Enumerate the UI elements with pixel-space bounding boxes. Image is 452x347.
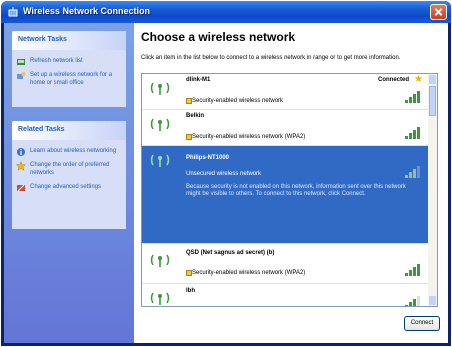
signal-strength-icon bbox=[405, 91, 423, 103]
network-tasks-panel: Network Tasks Refresh network list Set u… bbox=[12, 31, 126, 107]
window-title: Wireless Network Connection bbox=[23, 6, 150, 16]
scroll-up-arrow-icon[interactable] bbox=[429, 75, 436, 84]
scrollbar-thumb[interactable] bbox=[429, 86, 436, 116]
signal-strength-icon bbox=[405, 166, 423, 178]
refresh-icon bbox=[17, 59, 25, 65]
title-bar[interactable]: Wireless Network Connection bbox=[1, 1, 451, 23]
wireless-antenna-icon bbox=[150, 292, 170, 305]
change-preferred-order-link[interactable]: Change the order of preferred networks bbox=[12, 161, 126, 177]
info-icon bbox=[17, 148, 25, 156]
signal-strength-icon bbox=[405, 264, 423, 276]
network-item[interactable]: Belkin Security-enabled wireless network… bbox=[142, 110, 429, 146]
wireless-antenna-icon bbox=[150, 118, 170, 131]
network-security: Security-enabled wireless network (WPA2) bbox=[192, 134, 306, 140]
page-title: Choose a wireless network bbox=[141, 30, 296, 44]
learn-wireless-networking-label: Learn about wireless networking bbox=[30, 148, 117, 154]
network-warning-text: Because security is not enabled on this … bbox=[186, 184, 406, 197]
preferred-star-icon: ★ bbox=[414, 74, 423, 85]
wireless-antenna-icon bbox=[150, 154, 170, 167]
refresh-network-list-link[interactable]: Refresh network list bbox=[12, 57, 126, 65]
settings-icon bbox=[17, 184, 25, 192]
network-ssid: Philips-NT1000 bbox=[186, 155, 230, 161]
network-security: Security-enabled wireless network (WPA2) bbox=[192, 270, 306, 276]
network-item[interactable]: dlink-M1 Connected ★ Security-enabled wi… bbox=[142, 74, 429, 110]
close-button[interactable] bbox=[430, 4, 447, 20]
setup-network-icon bbox=[17, 72, 26, 79]
refresh-network-list-label: Refresh network list bbox=[30, 58, 83, 64]
change-preferred-order-label: Change the order of preferred networks bbox=[30, 162, 110, 176]
network-ssid: QSD (Net sagnus ad secret) (b) bbox=[186, 250, 275, 256]
signal-strength-icon bbox=[405, 296, 423, 306]
related-tasks-header: Related Tasks bbox=[12, 121, 126, 140]
wireless-antenna-icon bbox=[150, 254, 170, 267]
wireless-antenna-icon bbox=[150, 82, 170, 95]
wireless-network-list[interactable]: dlink-M1 Connected ★ Security-enabled wi… bbox=[141, 73, 438, 307]
star-icon bbox=[16, 161, 26, 171]
setup-wireless-network-label: Set up a wireless network for a home or … bbox=[30, 72, 113, 86]
wireless-network-icon bbox=[8, 7, 18, 17]
network-ssid: dlink-M1 bbox=[186, 77, 211, 83]
scroll-down-arrow-icon[interactable] bbox=[429, 296, 436, 305]
setup-wireless-network-link[interactable]: Set up a wireless network for a home or … bbox=[12, 71, 126, 87]
wireless-network-window: Wireless Network Connection Network Task… bbox=[1, 1, 451, 346]
window-client: Network Tasks Refresh network list Set u… bbox=[4, 23, 448, 343]
network-security: Security-enabled wireless network bbox=[192, 98, 284, 104]
task-sidebar: Network Tasks Refresh network list Set u… bbox=[4, 23, 134, 343]
connection-status: Connected bbox=[377, 77, 409, 83]
network-tasks-header: Network Tasks bbox=[12, 31, 126, 50]
learn-wireless-networking-link[interactable]: Learn about wireless networking bbox=[12, 147, 126, 156]
signal-strength-icon bbox=[405, 127, 423, 139]
network-ssid: Ibh bbox=[186, 288, 195, 294]
instructions-text: Click an item in the list below to conne… bbox=[141, 55, 401, 61]
connect-button[interactable]: Connect bbox=[404, 316, 440, 331]
network-ssid: Belkin bbox=[186, 113, 205, 119]
network-item[interactable]: QSD (Net sagnus ad secret) (b) Security-… bbox=[142, 244, 429, 284]
main-content: Choose a wireless network Click an item … bbox=[134, 23, 448, 343]
network-list-scrollbar[interactable] bbox=[428, 74, 437, 306]
network-security: Unsecured wireless network bbox=[186, 171, 262, 177]
change-advanced-settings-link[interactable]: Change advanced settings bbox=[12, 183, 126, 192]
network-item[interactable]: Ibh bbox=[142, 284, 429, 306]
network-item-selected[interactable]: Philips-NT1000 Unsecured wireless networ… bbox=[142, 146, 429, 244]
change-advanced-settings-label: Change advanced settings bbox=[30, 184, 102, 190]
related-tasks-panel: Related Tasks Learn about wireless netwo… bbox=[12, 121, 126, 229]
